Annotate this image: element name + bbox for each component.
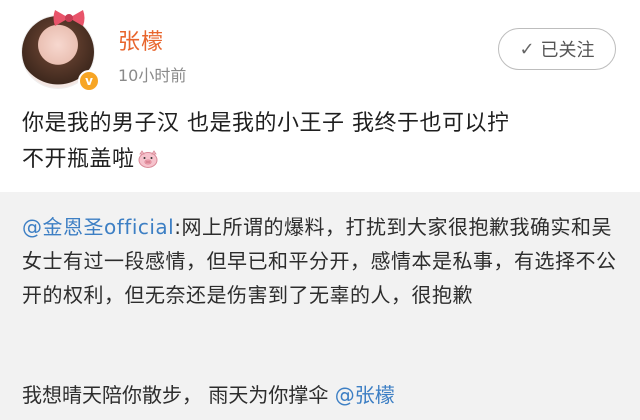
username[interactable]: 张檬 [118, 24, 164, 56]
post-content-line2-wrap: 不开瓶盖啦 [22, 142, 622, 178]
repost-line2: 我想晴天陪你散步， 雨天为你撑伞 @张檬 [22, 378, 622, 412]
check-icon: ✓ [519, 38, 535, 60]
post-content: 你是我的男子汉 也是我的小王子 我终于也可以拧 不开瓶盖啦 [22, 106, 622, 178]
weibo-post: v 张檬 10小时前 ✓ 已关注 你是我的男子汉 也是我的小王子 我终于也可以拧… [0, 0, 640, 420]
avatar-container[interactable]: v [22, 8, 102, 92]
follow-button[interactable]: ✓ 已关注 [498, 28, 616, 70]
bow-icon [53, 10, 85, 26]
repost-mention-link[interactable]: @金恩圣official [22, 215, 174, 239]
repost-line2-mention-link[interactable]: @张檬 [335, 383, 395, 407]
repost-line2-text: 我想晴天陪你散步， 雨天为你撑伞 [22, 383, 335, 407]
post-content-line1: 你是我的男子汉 也是我的小王子 我终于也可以拧 [22, 111, 510, 136]
verified-badge-icon: v [78, 70, 100, 92]
follow-label: 已关注 [540, 40, 595, 61]
pig-face-icon [138, 150, 158, 168]
post-time: 10小时前 [118, 66, 187, 85]
post-header: v 张檬 10小时前 ✓ 已关注 [0, 0, 640, 100]
repost-block[interactable]: @金恩圣official:网上所谓的爆料，打扰到大家很抱歉我确实和吴女士有过一段… [0, 192, 640, 420]
post-content-line2: 不开瓶盖啦 [22, 147, 135, 172]
repost-text-block: @金恩圣official:网上所谓的爆料，打扰到大家很抱歉我确实和吴女士有过一段… [22, 210, 622, 312]
